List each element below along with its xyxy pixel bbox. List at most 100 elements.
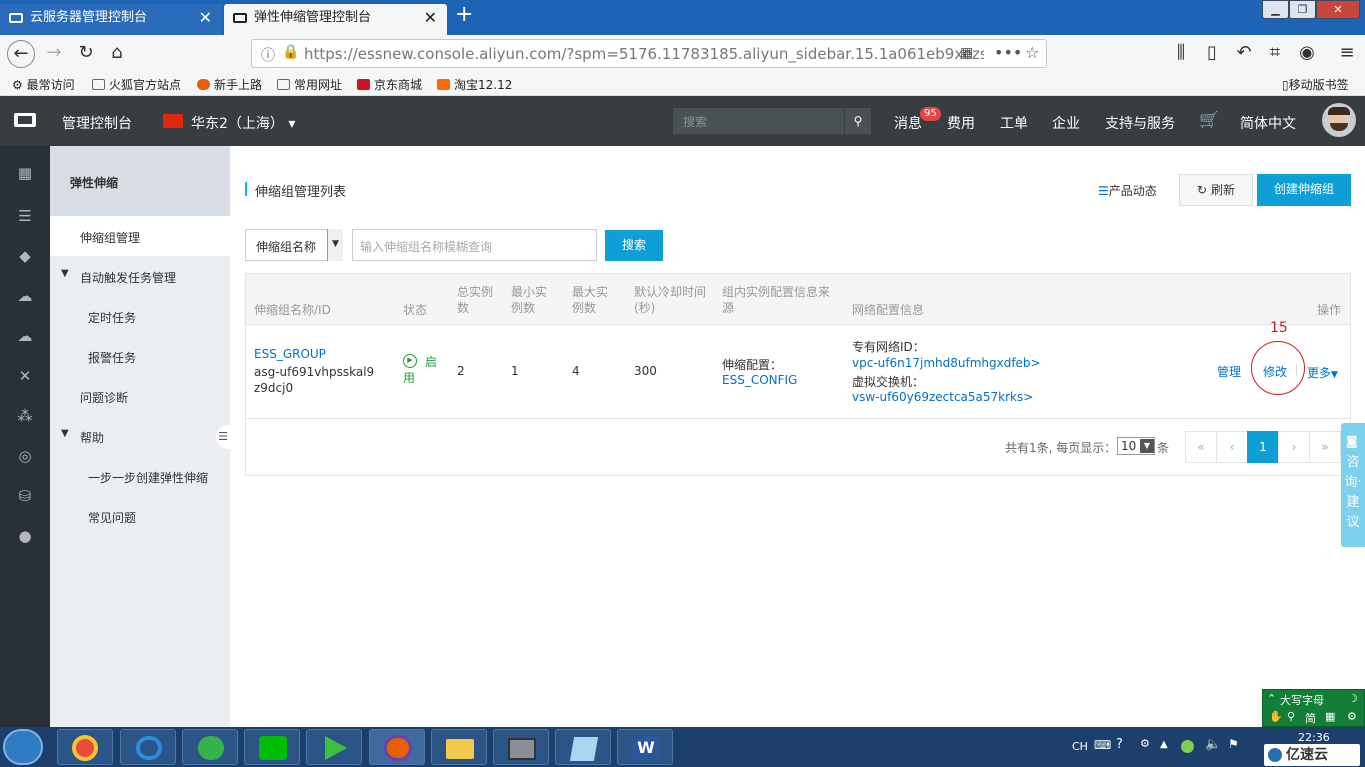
info-icon[interactable]: ⓘ: [261, 45, 275, 65]
taskbar-editor-icon[interactable]: [555, 729, 611, 765]
create-scaling-group-button[interactable]: 创建伸缩组: [1257, 174, 1351, 206]
nav-enterprise[interactable]: 企业: [1052, 113, 1080, 133]
database-icon[interactable]: ⛁: [16, 487, 34, 505]
config-link[interactable]: ESS_CONFIG: [722, 373, 797, 387]
show-hidden-icons[interactable]: ▲: [1160, 739, 1168, 750]
more-dropdown[interactable]: 更多▼: [1307, 364, 1338, 381]
sidebar-item-faq[interactable]: 常见问题: [50, 496, 230, 536]
network-status-icon[interactable]: [1181, 740, 1194, 753]
search-icon[interactable]: ⚲: [844, 108, 871, 134]
settings-tray-icon[interactable]: ⚙: [1140, 737, 1150, 750]
taskbar-iqiyi-icon[interactable]: [244, 729, 300, 765]
taskbar-word-icon[interactable]: W: [617, 729, 673, 765]
list-icon[interactable]: ☰: [16, 207, 34, 225]
clock[interactable]: 22:36: [1298, 731, 1330, 744]
cart-icon[interactable]: 🛒: [1199, 110, 1219, 129]
bookmark-taobao[interactable]: 淘宝12.12: [437, 76, 512, 93]
prev-page-button[interactable]: ‹: [1216, 431, 1248, 463]
close-tab-icon[interactable]: ✕: [199, 4, 212, 32]
flag-icon[interactable]: ⚑: [1228, 737, 1239, 751]
page-size-select[interactable]: 10 ▼: [1117, 437, 1155, 455]
crop-icon[interactable]: ⌗: [1264, 43, 1286, 63]
consult-suggest-button[interactable]: ◙ 咨询·建议: [1341, 423, 1365, 547]
bookmark-mobile[interactable]: ▯移动版书签: [1282, 76, 1349, 93]
vpc-link[interactable]: vpc-uf6n17jmhd8ufmhgxdfeb>: [852, 356, 1041, 370]
close-tab-icon[interactable]: ✕: [424, 4, 437, 32]
bookmark-getting-started[interactable]: 新手上路: [197, 76, 262, 93]
tab-ess-console[interactable]: 弹性伸缩管理控制台 ✕: [224, 4, 447, 35]
product-news-link[interactable]: ☰产品动态: [1098, 182, 1157, 199]
undo-icon[interactable]: ↶: [1233, 43, 1255, 63]
nav-billing[interactable]: 费用: [947, 113, 975, 133]
bookmark-firefox[interactable]: 火狐官方站点: [92, 76, 181, 93]
qr-code-icon[interactable]: ▦: [960, 45, 973, 61]
vswitch-link[interactable]: vsw-uf60y69zectca5a57krks>: [852, 390, 1033, 404]
nav-tickets[interactable]: 工单: [1000, 113, 1028, 133]
restore-icon[interactable]: ❐: [1289, 0, 1316, 19]
library-icon[interactable]: ⫼: [1170, 43, 1192, 63]
cloud-sync-icon[interactable]: ☁: [16, 327, 34, 345]
grid-icon[interactable]: ▦: [16, 164, 34, 182]
sidebar-item-scheduled[interactable]: 定时任务: [50, 296, 230, 336]
taskbar-explorer-icon[interactable]: [431, 729, 487, 765]
back-icon[interactable]: ←: [7, 40, 35, 68]
circle-icon[interactable]: ●: [16, 527, 34, 545]
aliyun-logo-icon[interactable]: [14, 113, 36, 127]
language-selector[interactable]: 简体中文: [1240, 113, 1296, 133]
language-indicator[interactable]: CH: [1072, 740, 1088, 753]
help-icon[interactable]: ?: [1116, 737, 1123, 752]
keyboard-icon[interactable]: ⌨: [1094, 738, 1111, 752]
shield-icon[interactable]: ◆: [16, 247, 34, 265]
menu-icon[interactable]: ≡: [1336, 43, 1358, 63]
taskbar-photos-icon[interactable]: [57, 729, 113, 765]
window-close-icon[interactable]: ✕: [1316, 0, 1360, 19]
start-button-icon[interactable]: [3, 729, 43, 765]
url-text[interactable]: https://essnew.console.aliyun.com/?spm=5…: [304, 45, 984, 63]
sidebar-item-help[interactable]: ▼ 帮助: [50, 416, 230, 456]
more-icon[interactable]: •••: [994, 43, 1022, 62]
sidebar-item-auto-tasks[interactable]: ▼ 自动触发任务管理: [50, 256, 230, 296]
manage-link[interactable]: 管理: [1217, 363, 1241, 380]
bookmark-most-visited[interactable]: ⚙ 最常访问: [12, 76, 75, 93]
first-page-button[interactable]: «: [1185, 431, 1217, 463]
sidebar-item-alarm[interactable]: 报警任务: [50, 336, 230, 376]
forward-icon[interactable]: →: [43, 43, 65, 63]
group-name-search-input[interactable]: 输入伸缩组名称模糊查询: [352, 229, 597, 261]
sidebar-icon[interactable]: ▯: [1201, 43, 1223, 63]
nav-support[interactable]: 支持与服务: [1105, 113, 1175, 133]
bookmark-star-icon[interactable]: ☆: [1025, 43, 1039, 62]
taskbar-ie-icon[interactable]: [120, 729, 176, 765]
ime-toolbar[interactable]: ⌃ 大写字母 ☽ ✋ ⚲ 简 ▦ ⚙: [1262, 689, 1365, 727]
tab-ecs-console[interactable]: 云服务器管理控制台 ✕: [0, 4, 222, 35]
volume-icon[interactable]: 🔈: [1205, 737, 1221, 752]
address-bar[interactable]: ⓘ 🔒 https://essnew.console.aliyun.com/?s…: [251, 39, 1047, 68]
taskbar-remote-icon[interactable]: [493, 729, 549, 765]
taskbar-firefox-icon[interactable]: [369, 729, 425, 765]
cloud-icon[interactable]: ☁: [16, 287, 34, 305]
minimize-icon[interactable]: ▁: [1262, 0, 1289, 19]
group-name-link[interactable]: ESS_GROUP: [254, 347, 326, 361]
bookmark-jd[interactable]: 京东商城: [357, 76, 422, 93]
last-page-button[interactable]: »: [1309, 431, 1341, 463]
home-icon[interactable]: ⌂: [106, 43, 128, 63]
new-tab-icon[interactable]: +: [455, 2, 473, 27]
chat-icon[interactable]: ◉: [1296, 43, 1318, 63]
next-page-button[interactable]: ›: [1278, 431, 1310, 463]
cluster-icon[interactable]: ⁂: [16, 407, 34, 425]
region-selector[interactable]: 华东2（上海） ▾: [191, 113, 295, 133]
messages-link[interactable]: 消息: [894, 113, 922, 133]
reload-icon[interactable]: ↻: [75, 43, 97, 63]
sidebar-item-step-by-step[interactable]: 一步一步创建弹性伸缩: [50, 456, 230, 496]
console-search-input[interactable]: 搜索 ⚲: [673, 108, 871, 134]
filter-type-select[interactable]: 伸缩组名称 ▼: [245, 229, 343, 261]
search-button[interactable]: 搜索: [605, 230, 663, 261]
cross-arrows-icon[interactable]: ✕: [16, 367, 34, 385]
taskbar-360-icon[interactable]: [182, 729, 238, 765]
bookmark-common-sites[interactable]: 常用网址: [277, 76, 342, 93]
page-1-button[interactable]: 1: [1247, 431, 1279, 463]
console-home-link[interactable]: 管理控制台: [62, 113, 132, 133]
taskbar-player-icon[interactable]: [306, 729, 362, 765]
globe-icon[interactable]: ◎: [16, 447, 34, 465]
sidebar-item-diagnosis[interactable]: 问题诊断: [50, 376, 230, 416]
sidebar-item-scaling-group-mgmt[interactable]: 伸缩组管理: [50, 216, 230, 256]
